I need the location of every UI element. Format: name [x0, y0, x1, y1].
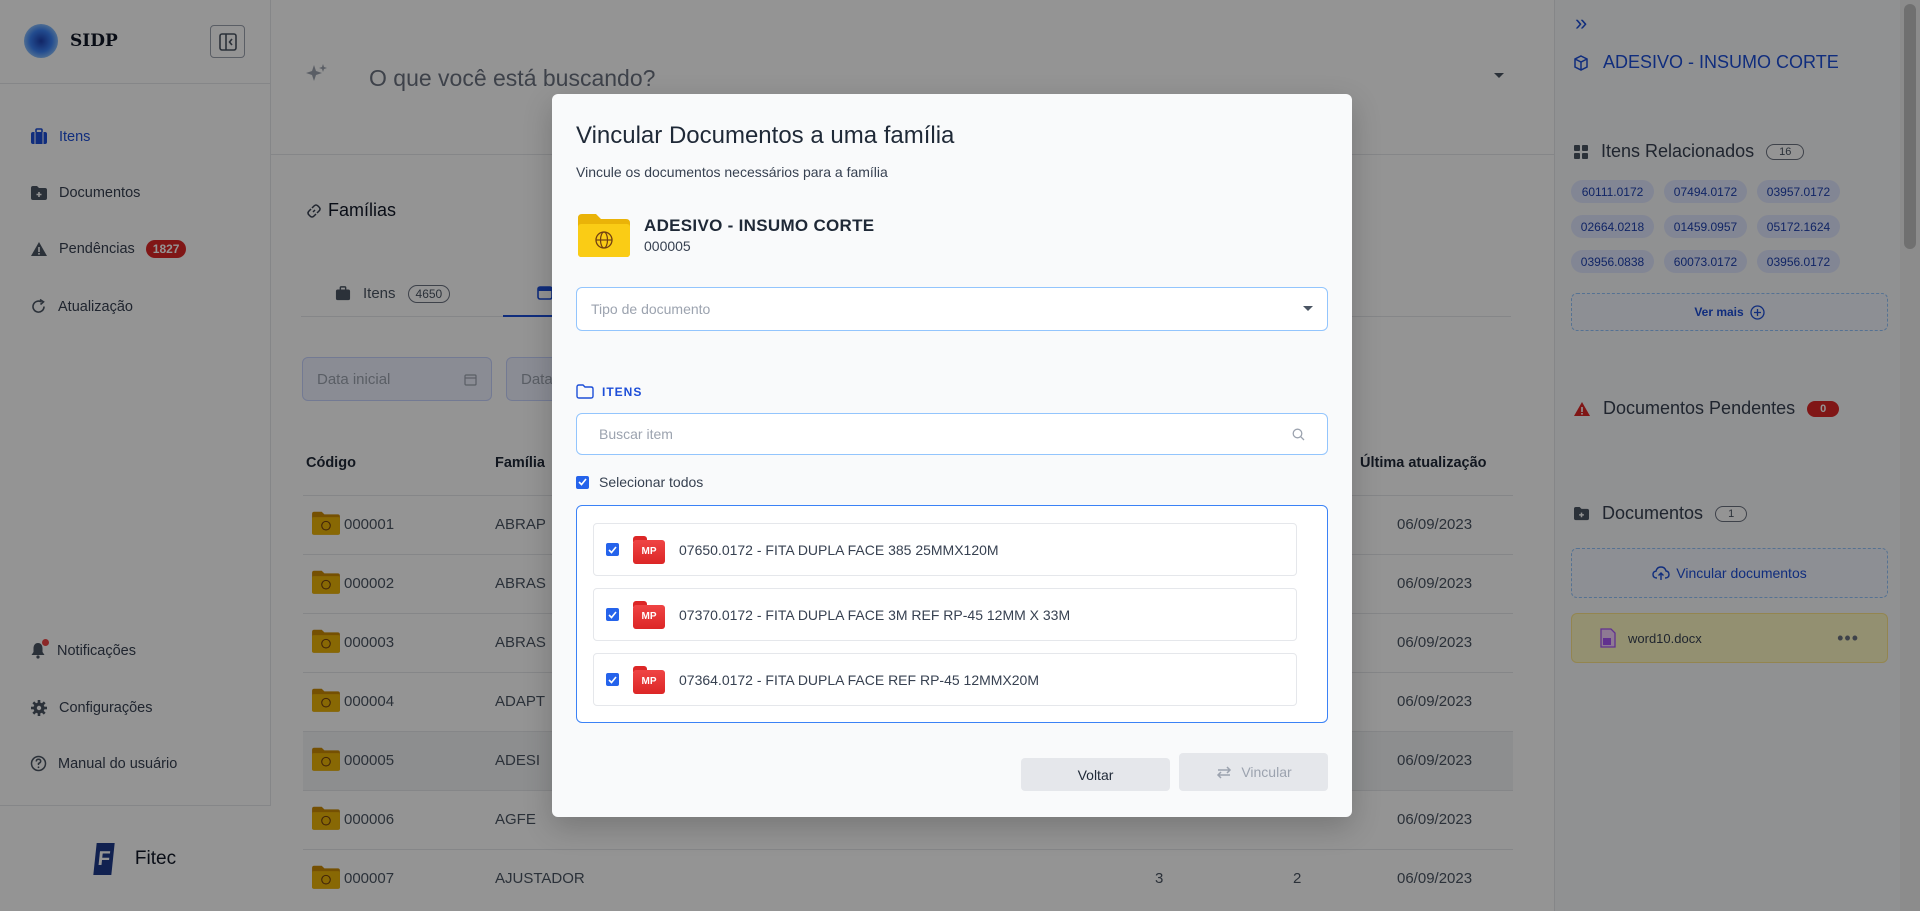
- item-search-input[interactable]: Buscar item: [576, 413, 1328, 455]
- item-label: 07370.0172 - FITA DUPLA FACE 3M REF RP-4…: [679, 606, 1071, 623]
- item-row[interactable]: MP 07370.0172 - FITA DUPLA FACE 3M REF RP…: [593, 588, 1297, 641]
- link-button-label: Vincular: [1241, 764, 1292, 780]
- mp-badge: MP: [633, 669, 665, 694]
- folder-icon: [576, 384, 594, 399]
- modal-subtitle: Vincule os documentos necessários para a…: [576, 164, 888, 180]
- mp-folder-icon: MP: [633, 665, 665, 694]
- link-button[interactable]: Vincular: [1179, 753, 1328, 791]
- item-checkbox[interactable]: [606, 543, 619, 556]
- mp-badge: MP: [633, 539, 665, 564]
- mp-folder-icon: MP: [633, 535, 665, 564]
- chevron-down-icon: [1303, 306, 1313, 311]
- search-icon: [1292, 428, 1305, 440]
- link-documents-modal: Vincular Documentos a uma família Vincul…: [552, 94, 1352, 817]
- item-label: 07650.0172 - FITA DUPLA FACE 385 25MMX12…: [679, 541, 999, 558]
- folder-globe-icon: [578, 214, 630, 257]
- items-list: MP 07650.0172 - FITA DUPLA FACE 385 25MMX…: [576, 505, 1328, 723]
- family-name: ADESIVO - INSUMO CORTE: [644, 216, 875, 235]
- items-section-text: ITENS: [602, 384, 643, 399]
- mp-folder-icon: MP: [633, 600, 665, 629]
- document-type-placeholder: Tipo de documento: [591, 301, 711, 317]
- family-card: ADESIVO - INSUMO CORTE 000005: [576, 212, 874, 258]
- item-checkbox[interactable]: [606, 673, 619, 686]
- item-row[interactable]: MP 07364.0172 - FITA DUPLA FACE REF RP-45…: [593, 653, 1297, 706]
- back-button[interactable]: Voltar: [1021, 758, 1170, 791]
- document-type-select[interactable]: Tipo de documento: [576, 287, 1328, 331]
- checkbox-checked[interactable]: [576, 475, 589, 489]
- modal-title: Vincular Documentos a uma família: [576, 122, 955, 149]
- swap-icon: [1217, 765, 1232, 779]
- check-icon: [608, 675, 617, 684]
- item-label: 07364.0172 - FITA DUPLA FACE REF RP-45 1…: [679, 671, 1040, 688]
- mp-badge: MP: [633, 604, 665, 629]
- item-row[interactable]: MP 07650.0172 - FITA DUPLA FACE 385 25MMX…: [593, 523, 1297, 576]
- check-icon: [608, 545, 617, 554]
- select-all-label: Selecionar todos: [599, 474, 704, 490]
- select-all-checkbox[interactable]: Selecionar todos: [576, 474, 703, 490]
- items-section-label: ITENS: [576, 384, 642, 399]
- check-icon: [578, 478, 587, 486]
- item-search-placeholder: Buscar item: [599, 426, 673, 442]
- item-checkbox[interactable]: [606, 608, 619, 621]
- family-code: 000005: [644, 238, 691, 254]
- check-icon: [608, 610, 617, 619]
